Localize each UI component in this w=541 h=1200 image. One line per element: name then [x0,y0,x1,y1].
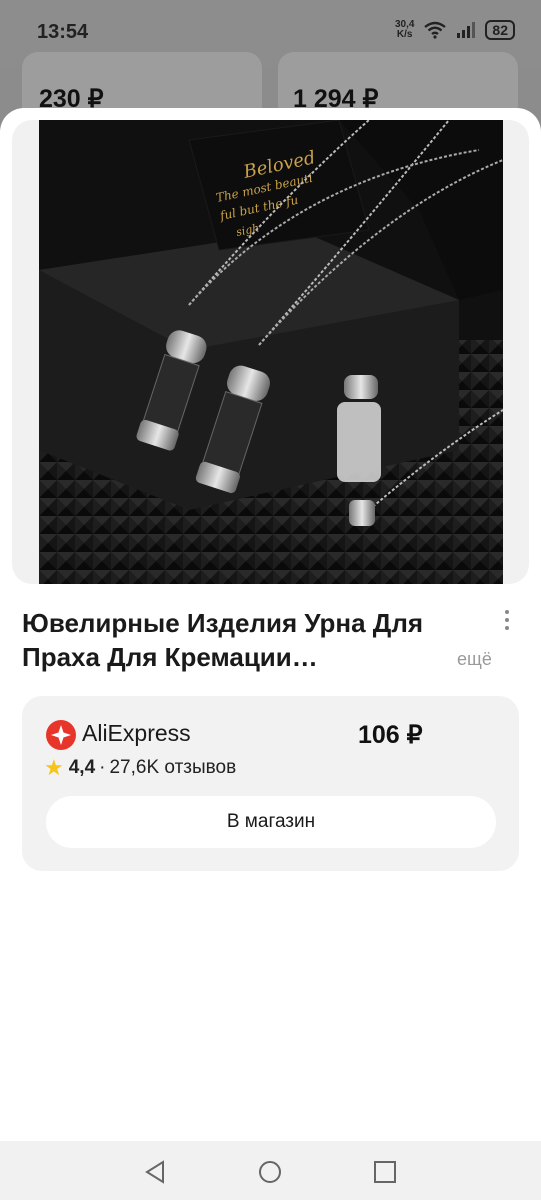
product-bottom-sheet: Beloved The most beauti ful but the fu s… [0,108,541,1200]
rating-separator: · [99,757,106,778]
rating-value: 4,4 [68,757,96,778]
reviews-count: 27,6K отзывов [109,757,237,778]
product-title[interactable]: Ювелирные Изделия Урна Для Праха Для Кре… [22,606,472,674]
shop-rating: ★ 4,4 · 27,6K отзывов [44,755,236,781]
home-icon[interactable] [257,1159,283,1185]
offer-card: AliExpress 106 ₽ ★ 4,4 · 27,6K отзывов В… [22,696,519,871]
system-nav-bar [0,1141,541,1200]
more-options-icon[interactable] [498,610,516,640]
network-speed-unit: K/s [396,29,413,40]
go-to-shop-button[interactable]: В магазин [46,796,496,848]
recents-icon[interactable] [372,1159,398,1185]
back-icon[interactable] [143,1159,169,1185]
signal-icon [457,22,476,38]
wifi-icon [424,21,447,39]
product-image: Beloved The most beauti ful but the fu s… [39,120,503,584]
aliexpress-logo-icon [46,720,76,750]
clock: 13:54 [37,21,89,43]
shop-name: AliExpress [82,720,191,746]
status-icons: 30,4 K/s 82 [395,20,515,40]
network-speed: 30,4 K/s [395,20,414,40]
product-image-frame[interactable]: Beloved The most beauti ful but the fu s… [12,120,529,584]
expand-title-link[interactable]: ещё [457,649,492,670]
battery-indicator: 82 [485,20,515,40]
star-icon: ★ [44,755,64,780]
offer-price: 106 ₽ [358,721,423,749]
